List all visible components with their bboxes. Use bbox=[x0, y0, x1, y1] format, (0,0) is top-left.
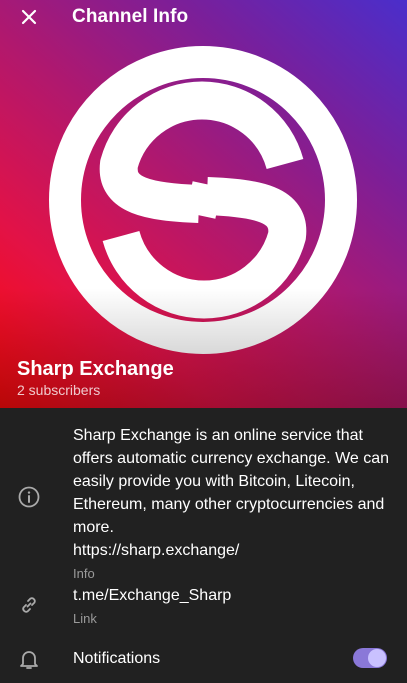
channel-description: Sharp Exchange is an online service that… bbox=[73, 427, 390, 536]
channel-link[interactable]: t.me/Exchange_Sharp bbox=[73, 587, 231, 604]
channel-name: Sharp Exchange bbox=[17, 358, 174, 380]
bell-icon bbox=[17, 647, 41, 671]
toggle-knob bbox=[368, 649, 386, 667]
notifications-toggle[interactable] bbox=[353, 648, 387, 668]
page-title: Channel Info bbox=[72, 6, 189, 27]
close-icon bbox=[21, 9, 37, 25]
subscriber-count: 2 subscribers bbox=[17, 382, 101, 398]
link-item[interactable]: t.me/Exchange_Sharp Link bbox=[73, 585, 231, 628]
close-button[interactable] bbox=[0, 0, 58, 34]
website-link[interactable]: https://sharp.exchange/ bbox=[73, 539, 395, 562]
info-block: Sharp Exchange is an online service that… bbox=[73, 424, 395, 583]
channel-header: Channel Info Sharp Exchange 2 subscriber… bbox=[0, 0, 407, 408]
top-bar: Channel Info bbox=[0, 0, 407, 34]
channel-details: Sharp Exchange is an online service that… bbox=[0, 408, 407, 683]
link-icon bbox=[17, 593, 41, 617]
info-icon bbox=[17, 485, 41, 509]
info-label: Info bbox=[73, 566, 95, 581]
notifications-label: Notifications bbox=[73, 650, 161, 667]
link-label: Link bbox=[73, 611, 97, 626]
